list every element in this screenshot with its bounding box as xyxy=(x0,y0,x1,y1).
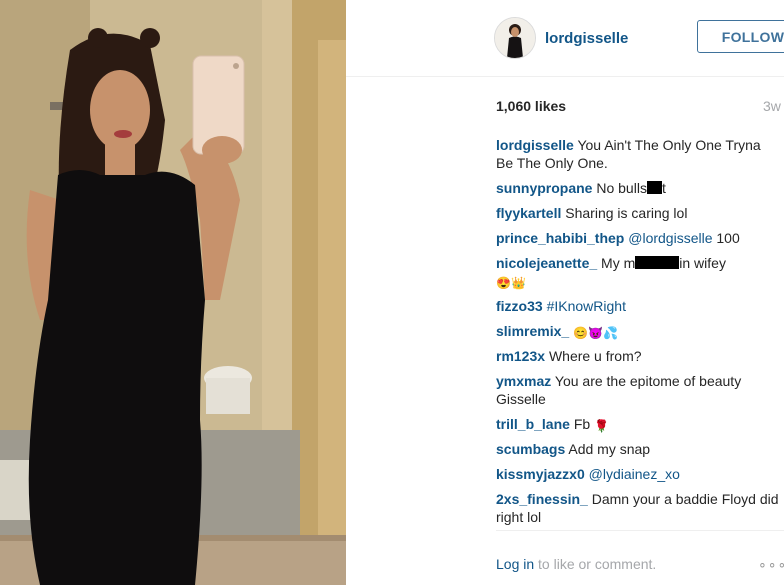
comment-username[interactable]: scumbags xyxy=(496,441,565,457)
comment-mention[interactable]: @lordgisselle xyxy=(628,230,712,246)
comment-username[interactable]: 2xs_finessin_ xyxy=(496,491,588,507)
comment-username[interactable]: rm123x xyxy=(496,348,545,364)
follow-button[interactable]: FOLLOW xyxy=(697,20,784,53)
smiley-emoji: 😊 xyxy=(573,326,589,340)
rose-emoji: 🌹 xyxy=(594,419,609,433)
comment-username[interactable]: prince_habibi_thep xyxy=(496,230,624,246)
likes-count[interactable]: 1,060 likes xyxy=(496,98,566,114)
comment-item: kissmyjazzx0 @lydiainez_xo xyxy=(496,465,780,483)
comment-hashtag[interactable]: #IKnowRight xyxy=(547,298,626,314)
comment-item: flyykartell Sharing is caring lol xyxy=(496,204,780,222)
comment-item: lordgisselle You Ain't The Only One Tryn… xyxy=(496,136,780,172)
comment-text: Fb xyxy=(573,416,591,432)
comment-item: scumbags Add my snap xyxy=(496,440,780,458)
redaction-bar xyxy=(635,256,680,269)
heart-eyes-emoji: 😍 xyxy=(496,276,511,290)
comment-username[interactable]: trill_b_lane xyxy=(496,416,570,432)
login-prompt: Log in to like or comment. xyxy=(496,556,656,572)
comment-item: 2xs_finessin_ Damn your a baddie Floyd d… xyxy=(496,490,780,526)
comment-username[interactable]: lordgisselle xyxy=(496,137,574,153)
login-link[interactable]: Log in xyxy=(496,556,534,572)
comment-mention[interactable]: @lydiainez_xo xyxy=(589,466,680,482)
footer-divider xyxy=(496,530,784,531)
comment-text: 100 xyxy=(716,230,740,246)
droplets-emoji: 💦 xyxy=(602,326,618,340)
comment-username[interactable]: fizzo33 xyxy=(496,298,543,314)
login-prompt-text: to like or comment. xyxy=(538,556,657,572)
comment-item: ymxmaz You are the epitome of beauty Gis… xyxy=(496,372,780,408)
comment-text: Sharing is caring lol xyxy=(565,205,688,221)
comment-text: Where u from? xyxy=(548,348,642,364)
comment-item: fizzo33 #IKnowRight xyxy=(496,297,780,315)
post-photo[interactable] xyxy=(0,0,346,585)
post-details-panel: lordgisselle FOLLOW 1,060 likes 3w lordg… xyxy=(346,0,784,585)
comment-text: My m xyxy=(601,255,636,271)
comment-text-after: t xyxy=(661,180,666,196)
more-options-icon[interactable]: ∘∘∘ xyxy=(758,556,784,573)
comment-text: No bulls xyxy=(596,180,647,196)
avatar[interactable] xyxy=(494,17,536,59)
comment-text-after: in wifey xyxy=(679,255,726,271)
comment-item: trill_b_lane Fb 🌹 xyxy=(496,415,780,433)
redaction-bar xyxy=(646,181,662,194)
comment-item: nicolejeanette_ My m in wifey 😍👑 xyxy=(496,254,780,290)
comment-item: sunnypropane No bulls t xyxy=(496,179,780,197)
comment-item: rm123x Where u from? xyxy=(496,347,780,365)
crown-emoji: 👑 xyxy=(510,276,526,290)
profile-username[interactable]: lordgisselle xyxy=(545,30,628,47)
post-timestamp[interactable]: 3w xyxy=(763,98,781,114)
comment-item: prince_habibi_thep @lordgisselle 100 xyxy=(496,229,780,247)
comment-username[interactable]: kissmyjazzx0 xyxy=(496,466,585,482)
comment-list: lordgisselle You Ain't The Only One Tryn… xyxy=(496,136,780,533)
comment-username[interactable]: flyykartell xyxy=(496,205,561,221)
comment-item: slimremix_ 😊😈💦 xyxy=(496,322,780,340)
comment-username[interactable]: nicolejeanette_ xyxy=(496,255,597,271)
comment-username[interactable]: sunnypropane xyxy=(496,180,592,196)
comment-username[interactable]: ymxmaz xyxy=(496,373,551,389)
devil-emoji: 😈 xyxy=(588,326,603,340)
comment-text: Add my snap xyxy=(568,441,651,457)
comment-username[interactable]: slimremix_ xyxy=(496,323,569,339)
